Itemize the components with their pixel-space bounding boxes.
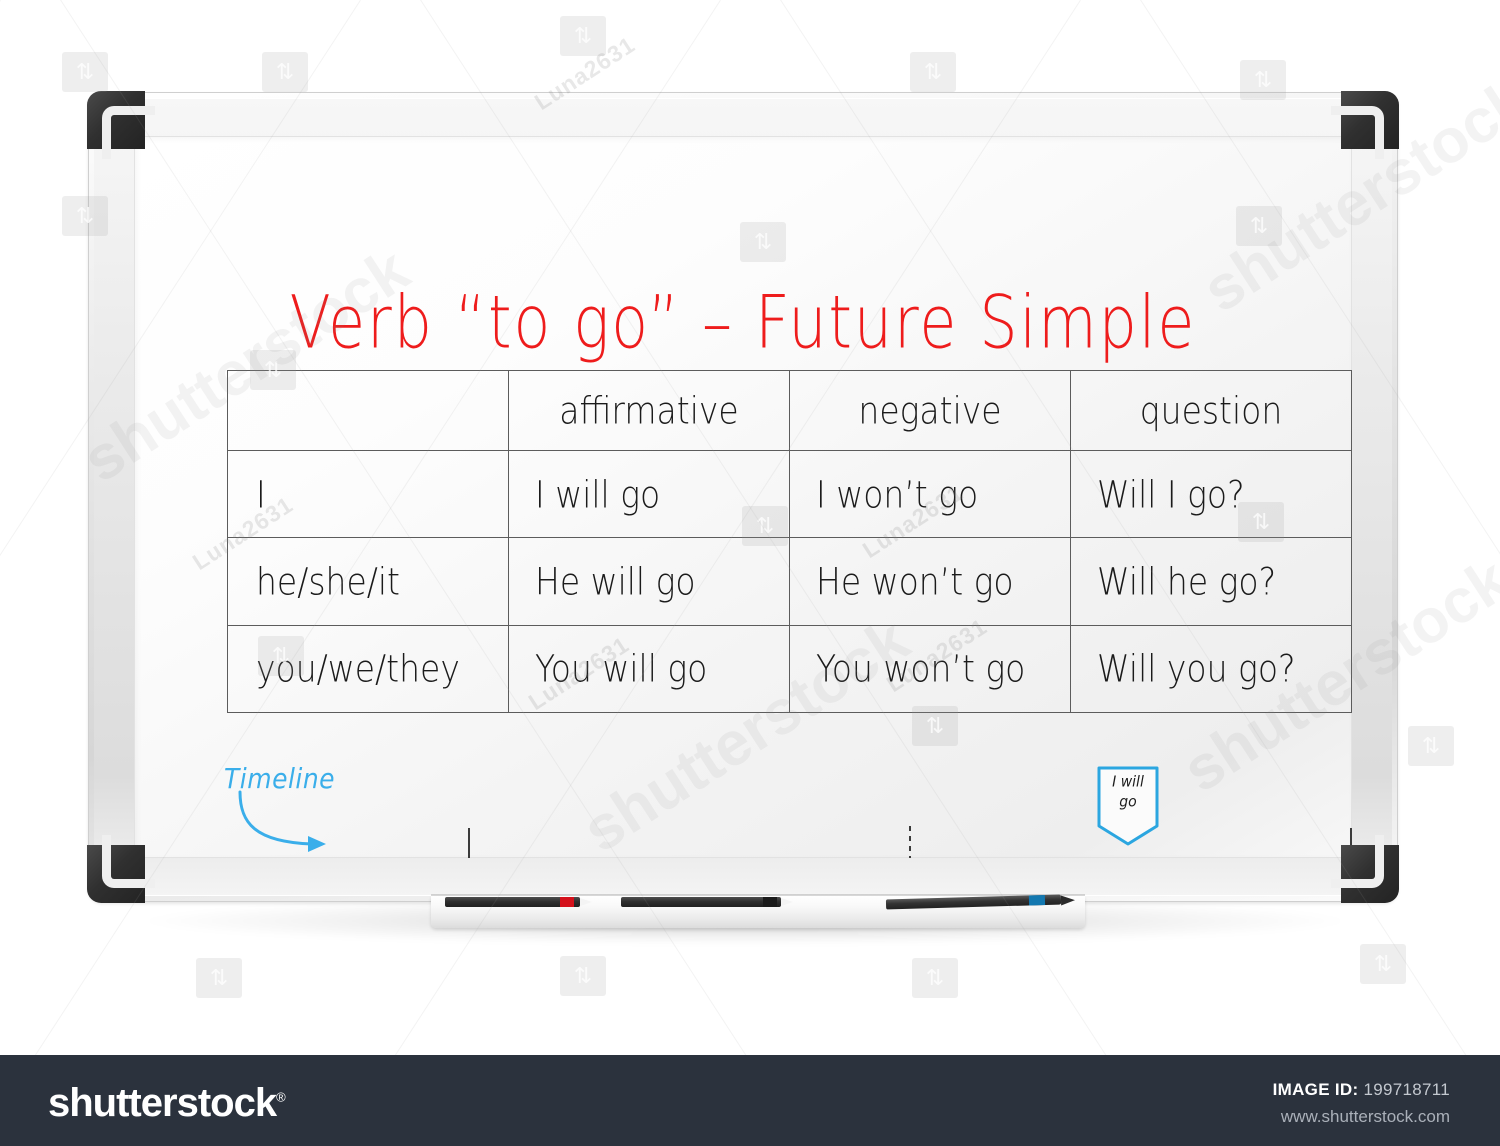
black-marker[interactable]: [621, 897, 793, 907]
watermark-logo-icon: ⇅: [912, 958, 958, 998]
row-affirmative: He will go: [508, 537, 790, 626]
shutterstock-logo[interactable]: shutterstock®: [48, 1081, 286, 1126]
row-subject: I: [227, 450, 509, 539]
watermark-logo-icon: ⇅: [560, 16, 606, 56]
row-question: Will he go?: [1070, 537, 1352, 626]
red-marker[interactable]: [445, 897, 592, 907]
timeline-flag-line2: go: [1119, 792, 1137, 811]
black-marker-tip: [781, 898, 793, 906]
timeline-tick-past: [468, 828, 470, 858]
watermark-logo-icon: ⇅: [1360, 944, 1406, 984]
row-negative: He won’t go: [789, 537, 1071, 626]
footer-url[interactable]: www.shutterstock.com: [1273, 1107, 1450, 1127]
image-id-value: 199718711: [1363, 1080, 1450, 1099]
whiteboard: Verb “to go” – Future Simple affirmative…: [87, 91, 1399, 903]
table-header-question: question: [1070, 369, 1352, 452]
row-negative: You won’t go: [789, 624, 1071, 714]
red-marker-cap: [560, 897, 574, 907]
footer-bar: shutterstock® IMAGE ID: 199718711 www.sh…: [0, 1055, 1500, 1146]
image-canvas: Verb “to go” – Future Simple affirmative…: [0, 0, 1500, 1055]
registered-mark: ®: [276, 1089, 286, 1105]
image-id-label: IMAGE ID:: [1272, 1080, 1359, 1099]
frame-corner-top-right: [1331, 91, 1399, 159]
table-row: you/we/they You will go You won’t go Wil…: [227, 624, 1352, 714]
timeline-diagram: Timeline Past Now Future I wi: [134, 736, 1352, 858]
marker-tray: [431, 886, 1085, 928]
blue-marker-tip: [1060, 895, 1076, 906]
red-marker-tip: [580, 898, 592, 906]
row-negative: I won’t go: [789, 450, 1071, 539]
table-row: I I will go I won’t go Will I go?: [227, 450, 1352, 539]
row-question: Will you go?: [1070, 624, 1352, 714]
watermark-logo-icon: ⇅: [910, 52, 956, 92]
frame-corner-top-left: [87, 91, 155, 159]
timeline-tick-now: [909, 826, 911, 858]
blue-marker-cap: [1028, 895, 1046, 906]
watermark-logo-icon: ⇅: [62, 52, 108, 92]
timeline-flag-text: I will go: [1097, 773, 1159, 812]
table-header-blank: [227, 369, 509, 452]
footer-meta: IMAGE ID: 199718711 www.shutterstock.com: [1273, 1080, 1450, 1127]
timeline-flag-marker: I will go: [1097, 766, 1159, 848]
shutterstock-logo-text: shutterstock: [48, 1081, 277, 1125]
watermark-logo-icon: ⇅: [262, 52, 308, 92]
table-row: he/she/it He will go He won’t go Will he…: [227, 537, 1352, 626]
curved-arrow-icon: [238, 790, 326, 852]
frame-corner-bottom-right: [1331, 835, 1399, 903]
black-marker-cap: [763, 897, 777, 907]
row-question: Will I go?: [1070, 450, 1352, 539]
table-header-negative: negative: [789, 369, 1071, 452]
frame-corner-bottom-left: [87, 835, 155, 903]
timeline-flag-line1: I will: [1112, 773, 1144, 791]
table-header-row: affirmative negative question: [227, 369, 1352, 452]
board-title: Verb “to go” – Future Simple: [289, 278, 1197, 366]
watermark-logo-icon: ⇅: [560, 956, 606, 996]
row-subject: he/she/it: [227, 537, 509, 626]
conjugation-table: affirmative negative question I I will g…: [227, 369, 1352, 714]
row-affirmative: You will go: [508, 624, 790, 714]
watermark-logo-icon: ⇅: [196, 958, 242, 998]
row-subject: you/we/they: [227, 624, 509, 714]
image-id-line: IMAGE ID: 199718711: [1273, 1080, 1450, 1100]
watermark-hairline: [0, 0, 1, 1055]
watermark-logo-icon: ⇅: [1408, 726, 1454, 766]
table-header-affirmative: affirmative: [508, 369, 790, 452]
row-affirmative: I will go: [508, 450, 790, 539]
whiteboard-surface: Verb “to go” – Future Simple affirmative…: [134, 136, 1352, 858]
